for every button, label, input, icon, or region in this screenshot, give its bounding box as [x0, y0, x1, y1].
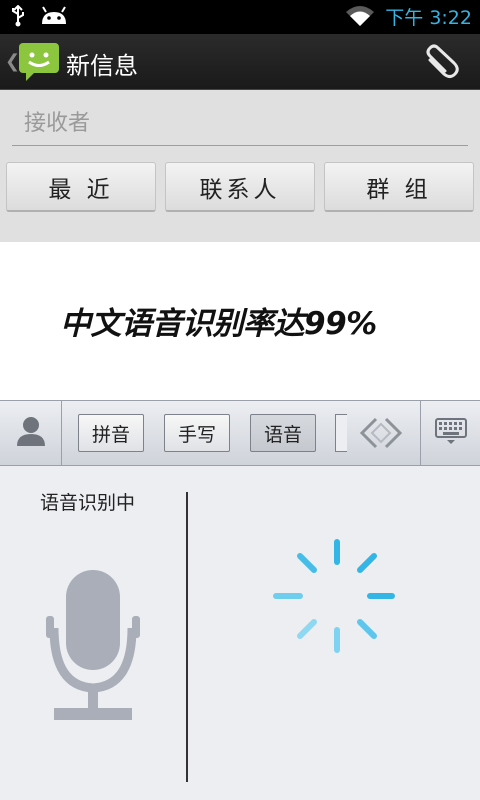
action-bar: ❮ 新信息	[0, 34, 480, 90]
wifi-icon	[345, 4, 375, 32]
recipient-input[interactable]	[12, 102, 468, 146]
ime-keyboard-button[interactable]	[420, 401, 480, 465]
usb-icon	[10, 4, 26, 31]
contacts-button[interactable]: 联系人	[165, 162, 315, 212]
ime-toolbar: 拼音 手写 语音	[0, 400, 480, 466]
messaging-app-icon[interactable]	[18, 42, 60, 86]
user-icon	[16, 415, 46, 451]
voice-panel: 语音识别中	[0, 466, 480, 800]
ime-tab-partial[interactable]	[335, 414, 347, 452]
status-icons-right: 下午 3:22	[345, 4, 472, 32]
arrows-icon[interactable]	[358, 415, 404, 455]
status-bar: 下午 3:22	[0, 0, 480, 34]
promo-text: 中文语音识别率达99%	[60, 306, 377, 342]
status-icons-left	[10, 4, 68, 31]
voice-status: 语音识别中	[40, 492, 136, 514]
message-area: 中文语音识别率达99%	[0, 242, 480, 400]
microphone-icon[interactable]	[44, 566, 142, 730]
ime-tabs: 拼音 手写 语音	[78, 414, 316, 452]
loading-spinner-icon	[270, 536, 400, 660]
paperclip-icon[interactable]	[422, 44, 462, 84]
tab-voice[interactable]: 语音	[250, 414, 316, 452]
status-time: 下午 3:22	[385, 7, 472, 29]
voice-panel-divider	[186, 492, 188, 782]
recent-button[interactable]: 最 近	[6, 162, 156, 212]
android-icon	[40, 6, 68, 30]
groups-button[interactable]: 群 组	[324, 162, 474, 212]
page-title: 新信息	[66, 52, 138, 80]
keyboard-icon	[434, 417, 467, 449]
recipient-area: 最 近 联系人 群 组	[0, 90, 480, 242]
tab-pinyin[interactable]: 拼音	[78, 414, 144, 452]
recipient-buttons: 最 近 联系人 群 组	[6, 162, 474, 214]
ime-user-button[interactable]	[0, 401, 62, 465]
tab-handwriting[interactable]: 手写	[164, 414, 230, 452]
